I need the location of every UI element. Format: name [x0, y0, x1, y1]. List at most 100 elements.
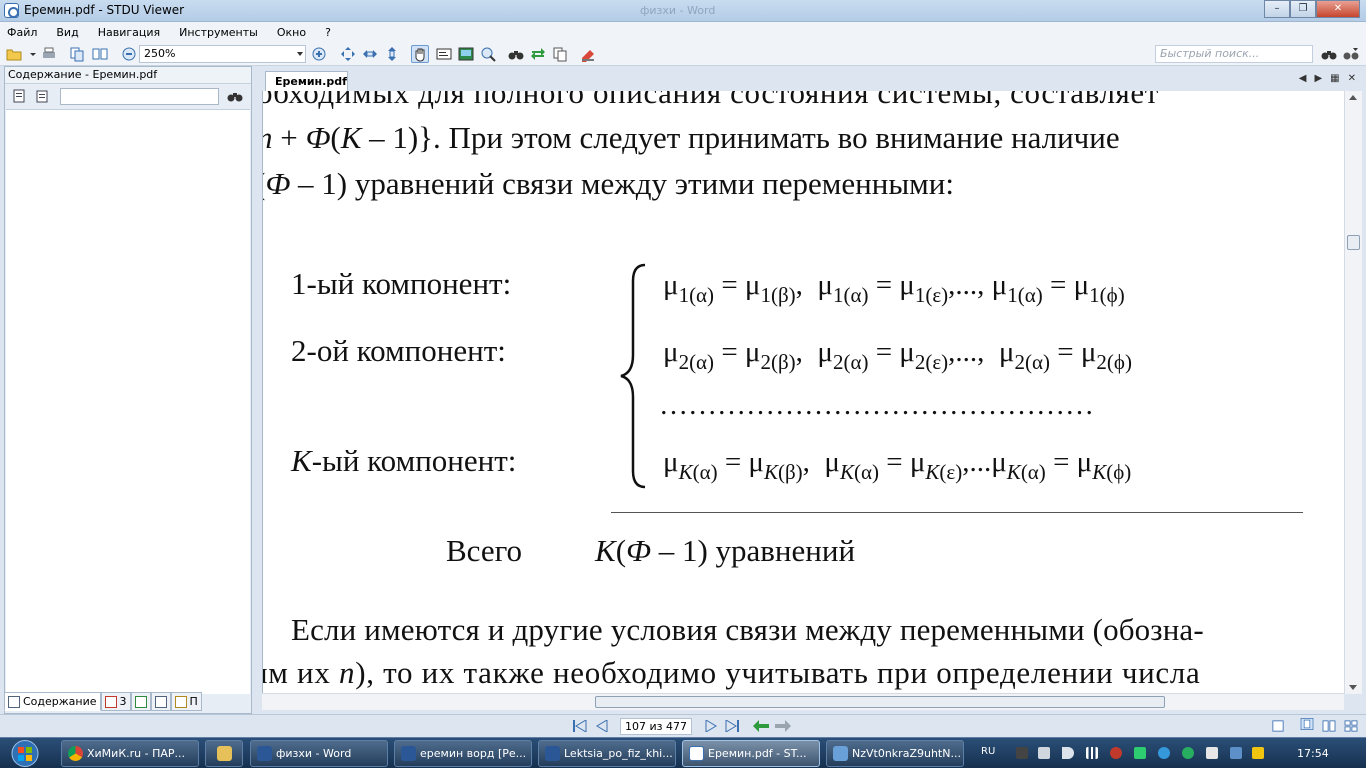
- start-button[interactable]: [3, 738, 47, 768]
- horizontal-scrollbar[interactable]: [262, 693, 1344, 710]
- taskbar-item-word-lektsia[interactable]: Lektsia_po_fiz_khi...: [538, 740, 676, 767]
- menu-view[interactable]: Вид: [56, 26, 78, 39]
- zoom-select[interactable]: 250%: [139, 45, 306, 63]
- word-icon: [401, 746, 416, 761]
- tray-app-icon[interactable]: [1016, 747, 1028, 759]
- single-page-view-icon[interactable]: [1271, 720, 1285, 732]
- tray-antivirus-icon[interactable]: [1110, 747, 1122, 759]
- taskbar-item-stdu-viewer[interactable]: Еремин.pdf - ST...: [682, 740, 820, 767]
- search-options-icon[interactable]: [1343, 46, 1359, 62]
- close-button[interactable]: ✕: [1316, 0, 1360, 18]
- equation-ellipsis: ………………………………………: [659, 389, 1094, 421]
- quick-search-input[interactable]: Быстрый поиск...: [1155, 45, 1313, 63]
- contents-tree[interactable]: [6, 109, 250, 694]
- text-line-2-rest: – 1)}. При этом следует принимать во вни…: [361, 120, 1120, 155]
- vertical-scroll-thumb[interactable]: [1347, 235, 1360, 250]
- windows-taskbar: ХиМиК.ru - ПАР... физхи - Word еремин во…: [0, 737, 1366, 768]
- tray-power-icon[interactable]: [1252, 747, 1264, 759]
- magnifier-tool-icon[interactable]: [480, 46, 496, 62]
- fit-page-icon[interactable]: [340, 46, 356, 62]
- document-tab-nav: ◀ ▶ ▦ ✕: [1299, 73, 1356, 84]
- tab-search[interactable]: [150, 692, 171, 711]
- previous-page-icon[interactable]: [596, 720, 608, 732]
- select-image-icon[interactable]: [458, 46, 474, 62]
- language-indicator[interactable]: RU: [981, 746, 995, 757]
- tab-scroll-right-icon[interactable]: ▶: [1314, 73, 1322, 84]
- tab-bookmarks[interactable]: 3: [100, 692, 131, 711]
- menu-navigation[interactable]: Навигация: [98, 26, 160, 39]
- tab-list-icon[interactable]: ▦: [1330, 73, 1339, 84]
- hand-tool-icon[interactable]: [411, 45, 429, 63]
- find-binoculars-icon[interactable]: [508, 46, 524, 62]
- menu-help[interactable]: ?: [325, 26, 331, 39]
- collapse-all-icon[interactable]: [34, 88, 50, 104]
- menu-window[interactable]: Окно: [277, 26, 306, 39]
- taskbar-item-image[interactable]: NzVt0nkraZ9uhtN...: [826, 740, 964, 767]
- system-tray: RU 17:54: [976, 738, 1366, 768]
- open-folder-icon[interactable]: [6, 46, 22, 62]
- facing-view-icon[interactable]: [1321, 720, 1337, 732]
- taskbar-item-word-fizhi[interactable]: физхи - Word: [250, 740, 388, 767]
- contents-search-icon[interactable]: [227, 88, 243, 104]
- facing-continuous-view-icon[interactable]: [1343, 720, 1359, 732]
- tray-security-icon[interactable]: [1182, 747, 1194, 759]
- image-viewer-icon: [833, 746, 848, 761]
- minimize-button[interactable]: –: [1264, 0, 1290, 18]
- contents-search-input[interactable]: [60, 88, 219, 105]
- copy-icon[interactable]: [552, 46, 568, 62]
- highlight-marker-icon[interactable]: [580, 46, 596, 62]
- document-tabs: Еремин.pdf ◀ ▶ ▦ ✕: [262, 70, 1362, 91]
- select-text-icon[interactable]: [436, 46, 452, 62]
- tab-scroll-left-icon[interactable]: ◀: [1299, 73, 1307, 84]
- first-page-icon[interactable]: [573, 720, 587, 732]
- clock[interactable]: 17:54: [1297, 747, 1329, 760]
- tab-close-icon[interactable]: ✕: [1348, 73, 1356, 84]
- fit-width-icon[interactable]: [362, 46, 378, 62]
- tab-pages[interactable]: П: [170, 692, 202, 711]
- search-binoculars-icon[interactable]: [1321, 46, 1337, 62]
- last-page-icon[interactable]: [725, 720, 739, 732]
- zoom-out-icon[interactable]: [121, 46, 137, 62]
- zoom-in-icon[interactable]: [311, 46, 327, 62]
- total-divider: [611, 512, 1303, 513]
- taskbar-item-word-eremin[interactable]: еремин ворд [Ре...: [394, 740, 532, 767]
- forward-arrow-icon[interactable]: [775, 720, 791, 732]
- restore-button[interactable]: ❐: [1290, 0, 1316, 18]
- print-icon[interactable]: [41, 46, 57, 62]
- menu-file[interactable]: Файл: [7, 26, 37, 39]
- system-brace: [620, 263, 646, 489]
- expand-all-icon[interactable]: [12, 88, 28, 104]
- paragraph-line-2-start: им их: [263, 655, 331, 690]
- taskbar-item-chrome[interactable]: ХиМиК.ru - ПАР...: [61, 740, 199, 767]
- scroll-up-icon[interactable]: [1349, 95, 1357, 100]
- find-next-icon[interactable]: [530, 46, 546, 62]
- copy-page-icon[interactable]: [69, 46, 85, 62]
- page-number-field[interactable]: 107 из 477: [620, 718, 692, 735]
- open-dropdown-icon[interactable]: [25, 46, 36, 62]
- tray-monitor-icon[interactable]: [1230, 747, 1242, 759]
- var-phi-3: Ф: [626, 533, 651, 568]
- action-center-flag-icon[interactable]: [1206, 747, 1218, 759]
- back-arrow-icon[interactable]: [753, 720, 769, 732]
- contents-panel-title: Содержание - Еремин.pdf: [5, 67, 251, 84]
- network-signal-icon[interactable]: [1086, 747, 1098, 759]
- tray-download-icon[interactable]: [1134, 747, 1146, 759]
- tray-clipboard-icon[interactable]: [1038, 747, 1050, 759]
- pdf-page-view[interactable]: обходимых для полного описания состояния…: [262, 91, 1344, 694]
- menu-tools[interactable]: Инструменты: [179, 26, 258, 39]
- tab-contents[interactable]: Содержание: [4, 692, 101, 711]
- two-pages-icon[interactable]: [92, 46, 108, 62]
- volume-icon[interactable]: [1062, 747, 1074, 759]
- window-title: Еремин.pdf - STDU Viewer: [24, 3, 185, 17]
- fit-height-icon[interactable]: [384, 46, 400, 62]
- continuous-view-icon[interactable]: [1298, 718, 1316, 730]
- scroll-down-icon[interactable]: [1349, 685, 1357, 690]
- horizontal-scroll-thumb[interactable]: [595, 696, 1165, 708]
- bluetooth-icon[interactable]: [1158, 747, 1170, 759]
- next-page-icon[interactable]: [705, 720, 717, 732]
- vertical-scrollbar[interactable]: [1344, 91, 1362, 694]
- tab-thumbnails[interactable]: [130, 692, 151, 711]
- taskbar-item-explorer[interactable]: [205, 740, 243, 767]
- tab-eremin-pdf[interactable]: Еремин.pdf: [265, 71, 348, 91]
- stdu-app-icon[interactable]: [4, 3, 19, 18]
